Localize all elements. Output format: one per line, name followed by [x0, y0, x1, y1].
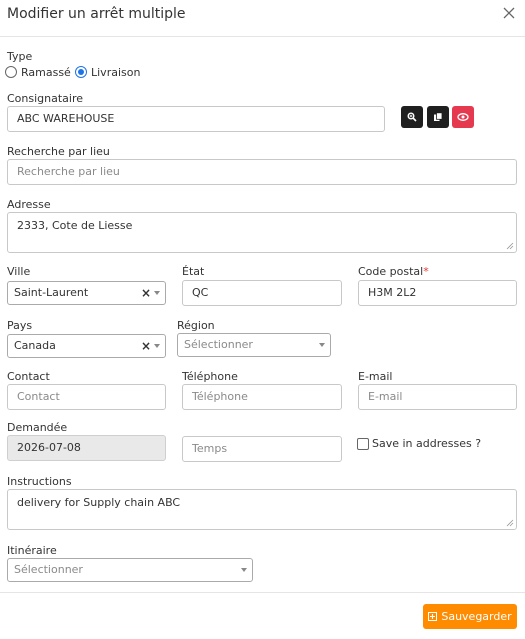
save-button-label: Sauvegarder [441, 610, 512, 623]
state-input[interactable]: QC [182, 280, 342, 306]
requested-date-input: 2026-07-08 [7, 435, 166, 461]
city-select[interactable]: Saint-Laurent × [7, 281, 166, 305]
region-placeholder: Sélectionner [184, 338, 253, 351]
address-textarea[interactable]: 2333, Cote de Liesse [7, 212, 517, 253]
city-value: Saint-Laurent [14, 286, 89, 299]
radio-ramasse[interactable] [5, 66, 17, 78]
save-button[interactable]: Sauvegarder [423, 604, 517, 629]
country-label: Pays [7, 319, 33, 332]
footer-divider [0, 592, 525, 593]
required-mark: * [423, 265, 429, 278]
phone-input[interactable]: Téléphone [182, 384, 342, 410]
clear-icon[interactable]: × [141, 282, 151, 304]
radio-ramasse-label[interactable]: Ramassé [21, 66, 71, 79]
contact-label: Contact [7, 370, 50, 383]
dropdown-arrow-icon [319, 343, 325, 347]
type-label: Type [7, 50, 33, 63]
radio-livraison[interactable] [75, 66, 87, 78]
instructions-value: delivery for Supply chain ABC [17, 496, 181, 509]
location-search-input[interactable]: Recherche par lieu [7, 159, 517, 185]
email-label: E-mail [358, 370, 393, 383]
save-address-checkbox[interactable] [357, 438, 369, 450]
save-address-label[interactable]: Save in addresses ? [372, 437, 481, 450]
instructions-label: Instructions [7, 475, 72, 488]
country-select[interactable]: Canada × [7, 334, 166, 358]
close-icon[interactable] [502, 6, 516, 20]
requested-label: Demandée [7, 421, 68, 434]
city-label: Ville [7, 265, 31, 278]
postal-code-input[interactable]: H3M 2L2 [358, 280, 517, 306]
resize-grip-icon[interactable] [506, 242, 514, 250]
consignee-search-button[interactable] [401, 106, 423, 128]
consignee-view-button[interactable] [452, 106, 474, 128]
consignee-input[interactable]: ABC WAREHOUSE [7, 106, 385, 132]
region-label: Région [177, 319, 215, 332]
email-input[interactable]: E-mail [358, 384, 517, 410]
phone-label: Téléphone [182, 370, 238, 383]
itinerary-select[interactable]: Sélectionner [7, 558, 253, 582]
itinerary-placeholder: Sélectionner [14, 563, 83, 576]
region-select[interactable]: Sélectionner [177, 333, 331, 357]
state-label: État [182, 265, 205, 278]
edit-multi-stop-modal: Modifier un arrêt multiple Type Ramassé … [0, 0, 525, 639]
requested-time-input[interactable]: Temps [182, 436, 342, 462]
address-value: 2333, Cote de Liesse [17, 219, 133, 232]
modal-title: Modifier un arrêt multiple [7, 6, 186, 22]
search-icon [407, 112, 417, 122]
itinerary-label: Itinéraire [7, 544, 57, 557]
instructions-textarea[interactable]: delivery for Supply chain ABC [7, 489, 517, 530]
copy-icon [434, 112, 443, 121]
view-icon [457, 113, 469, 121]
radio-livraison-label[interactable]: Livraison [91, 66, 140, 79]
postal-code-label: Code postal* [358, 265, 429, 278]
dropdown-arrow-icon [154, 291, 160, 295]
dropdown-arrow-icon [241, 568, 247, 572]
consignee-label: Consignataire [7, 92, 84, 105]
resize-grip-icon[interactable] [506, 519, 514, 527]
modal-header: Modifier un arrêt multiple [0, 0, 525, 37]
location-search-label: Recherche par lieu [7, 145, 110, 158]
clear-icon[interactable]: × [141, 335, 151, 357]
consignee-copy-button[interactable] [427, 106, 449, 128]
address-label: Adresse [7, 198, 51, 211]
contact-input[interactable]: Contact [7, 384, 166, 410]
country-value: Canada [14, 339, 56, 352]
plus-square-icon [428, 612, 438, 621]
dropdown-arrow-icon [154, 344, 160, 348]
